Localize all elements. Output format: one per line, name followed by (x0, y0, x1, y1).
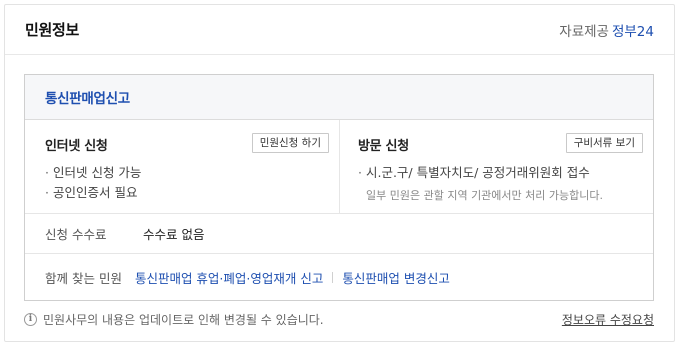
apply-methods: 인터넷 신청 민원신청 하기 인터넷 신청 가능 공인인증서 필요 방문 신청 … (25, 120, 653, 214)
online-apply-list: 인터넷 신청 가능 공인인증서 필요 (45, 163, 329, 203)
card-title: 민원정보 (25, 21, 80, 39)
report-error-link[interactable]: 정보오류 수정요청 (562, 311, 654, 328)
related-services: 함께 찾는 민원 통신판매업 휴업·폐업·영업재개 신고 통신판매업 변경신고 (25, 254, 653, 300)
card-header: 민원정보 자료제공 정부24 (5, 5, 674, 55)
list-item: 시.군.구/ 특별자치도/ 공정거래위원회 접수 (358, 163, 643, 183)
related-link-closure[interactable]: 통신판매업 휴업·폐업·영업재개 신고 (135, 268, 323, 287)
update-notice: i 민원사무의 내용은 업데이트로 인해 변경될 수 있습니다. (24, 311, 324, 328)
list-item: 인터넷 신청 가능 (45, 163, 329, 183)
fee-label: 신청 수수료 (45, 227, 107, 242)
service-name: 통신판매업신고 (45, 91, 130, 107)
provider-link[interactable]: 정부24 (612, 24, 654, 40)
service-header: 통신판매업신고 (25, 75, 653, 120)
online-apply-section: 인터넷 신청 민원신청 하기 인터넷 신청 가능 공인인증서 필요 (25, 120, 339, 213)
divider (332, 271, 334, 283)
view-documents-button[interactable]: 구비서류 보기 (565, 133, 643, 153)
related-label: 함께 찾는 민원 (45, 270, 122, 286)
update-notice-text: 민원사무의 내용은 업데이트로 인해 변경될 수 있습니다. (43, 312, 324, 327)
apply-online-button[interactable]: 민원신청 하기 (251, 133, 329, 153)
civil-info-card: 민원정보 자료제공정부24 통신판매업신고 인터넷 신청 민원신청 하기 인터넷… (4, 4, 675, 342)
fee-row: 신청 수수료 수수료 없음 (25, 214, 653, 254)
info-icon: i (24, 312, 37, 326)
visit-note: 일부 민원은 관할 지역 기관에서만 처리 가능합니다. (366, 189, 603, 202)
card-footer: i 민원사무의 내용은 업데이트로 인해 변경될 수 있습니다. 정보오류 수정… (24, 308, 654, 330)
related-link-change[interactable]: 통신판매업 변경신고 (342, 268, 449, 287)
fee-value: 수수료 없음 (143, 227, 205, 242)
service-box: 통신판매업신고 인터넷 신청 민원신청 하기 인터넷 신청 가능 공인인증서 필… (24, 74, 654, 301)
list-item: 공인인증서 필요 (45, 183, 329, 203)
visit-apply-list: 시.군.구/ 특별자치도/ 공정거래위원회 접수 (358, 163, 643, 183)
provider-label: 자료제공 (559, 23, 609, 40)
provider-info: 자료제공 정부24 (559, 20, 654, 40)
visit-apply-section: 방문 신청 구비서류 보기 시.군.구/ 특별자치도/ 공정거래위원회 접수 일… (339, 120, 653, 213)
